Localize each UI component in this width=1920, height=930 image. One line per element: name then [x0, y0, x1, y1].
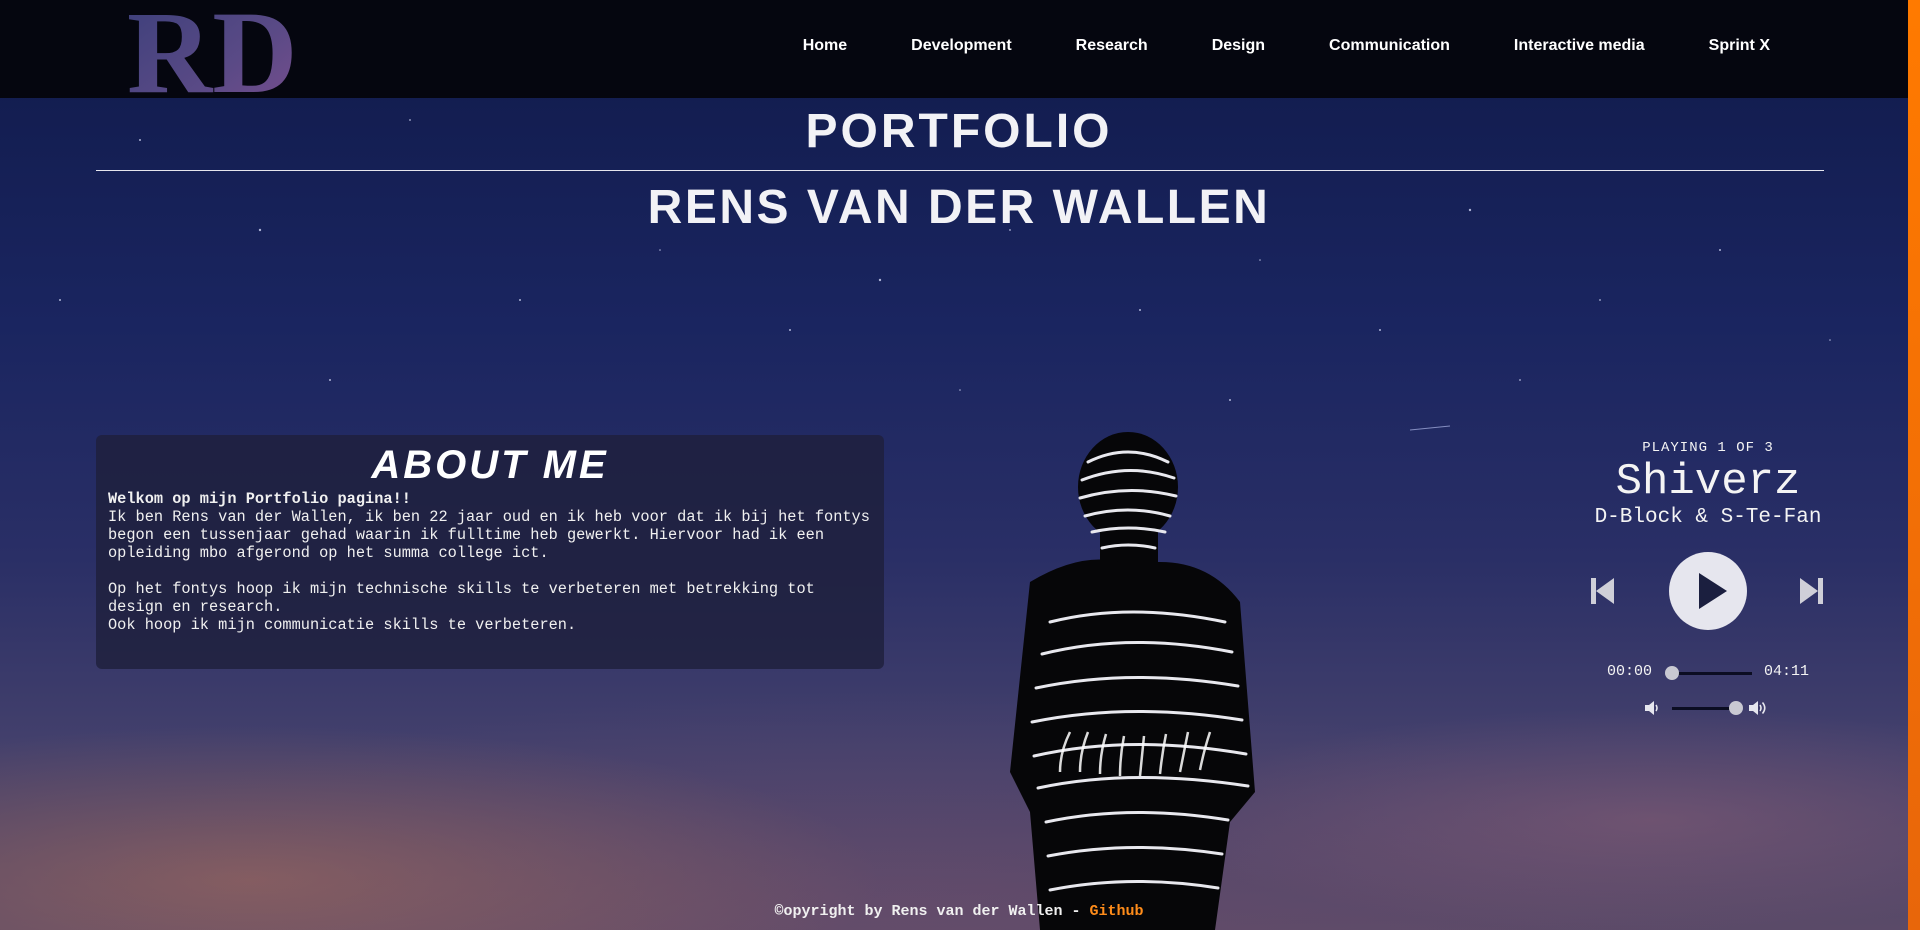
volume-knob[interactable]	[1729, 701, 1743, 715]
playing-indicator: PLAYING 1 OF 3	[1642, 440, 1774, 456]
volume-row	[1560, 698, 1856, 718]
top-navigation-bar: RD Home Development Research Design Comm…	[0, 0, 1908, 98]
song-title: Shiverz	[1615, 457, 1801, 507]
title-divider	[96, 170, 1824, 171]
page-footer: ©opyright by Rens van der Wallen - Githu…	[0, 903, 1918, 920]
song-artist: D-Block & S-Te-Fan	[1594, 506, 1822, 529]
main-nav: Home Development Research Design Communi…	[739, 37, 1770, 55]
nav-item-research[interactable]: Research	[1076, 37, 1148, 55]
logo-text: RD	[127, 0, 297, 96]
site-logo[interactable]: RD	[125, 0, 355, 96]
github-link[interactable]: Github	[1090, 903, 1144, 920]
duration: 04:11	[1764, 663, 1810, 680]
about-welcome: Welkom op mijn Portfolio pagina!!	[108, 490, 411, 508]
progress-knob[interactable]	[1665, 666, 1679, 680]
copyright-text: ©opyright by Rens van der Wallen -	[774, 903, 1090, 920]
portrait-figure-image	[1010, 432, 1255, 930]
volume-high-icon[interactable]	[1748, 699, 1770, 717]
previous-track-icon[interactable]	[1590, 575, 1616, 607]
about-text: Welkom op mijn Portfolio pagina!! Ik ben…	[108, 490, 872, 634]
play-button-icon[interactable]	[1668, 551, 1748, 631]
nav-item-design[interactable]: Design	[1212, 37, 1265, 55]
about-paragraph-3: Ook hoop ik mijn communicatie skills te …	[108, 616, 577, 634]
nav-item-sprint-x[interactable]: Sprint X	[1709, 37, 1770, 55]
about-paragraph-1: Ik ben Rens van der Wallen, ik ben 22 ja…	[108, 508, 870, 562]
nav-item-interactive-media[interactable]: Interactive media	[1514, 37, 1645, 55]
scrollbar[interactable]	[1908, 0, 1920, 930]
nav-item-development[interactable]: Development	[911, 37, 1011, 55]
nav-item-home[interactable]: Home	[803, 37, 847, 55]
player-controls	[1560, 551, 1856, 635]
nav-item-communication[interactable]: Communication	[1329, 37, 1450, 55]
about-paragraph-2: Op het fontys hoop ik mijn technische sk…	[108, 580, 815, 616]
about-me-card: ABOUT ME Welkom op mijn Portfolio pagina…	[96, 435, 884, 669]
next-track-icon[interactable]	[1798, 575, 1824, 607]
progress-bar[interactable]	[1665, 666, 1752, 680]
progress-row: 00:00 04:11	[1560, 661, 1856, 681]
music-player: PLAYING 1 OF 3 Shiverz D-Block & S-Te-Fa…	[1560, 440, 1856, 718]
page-title: PORTFOLIO	[805, 105, 1113, 158]
page-subtitle: RENS VAN DER WALLEN	[647, 181, 1271, 234]
volume-slider[interactable]	[1672, 701, 1743, 715]
about-heading: ABOUT ME	[371, 443, 609, 487]
volume-low-icon[interactable]	[1644, 700, 1660, 716]
current-time: 00:00	[1607, 663, 1653, 680]
